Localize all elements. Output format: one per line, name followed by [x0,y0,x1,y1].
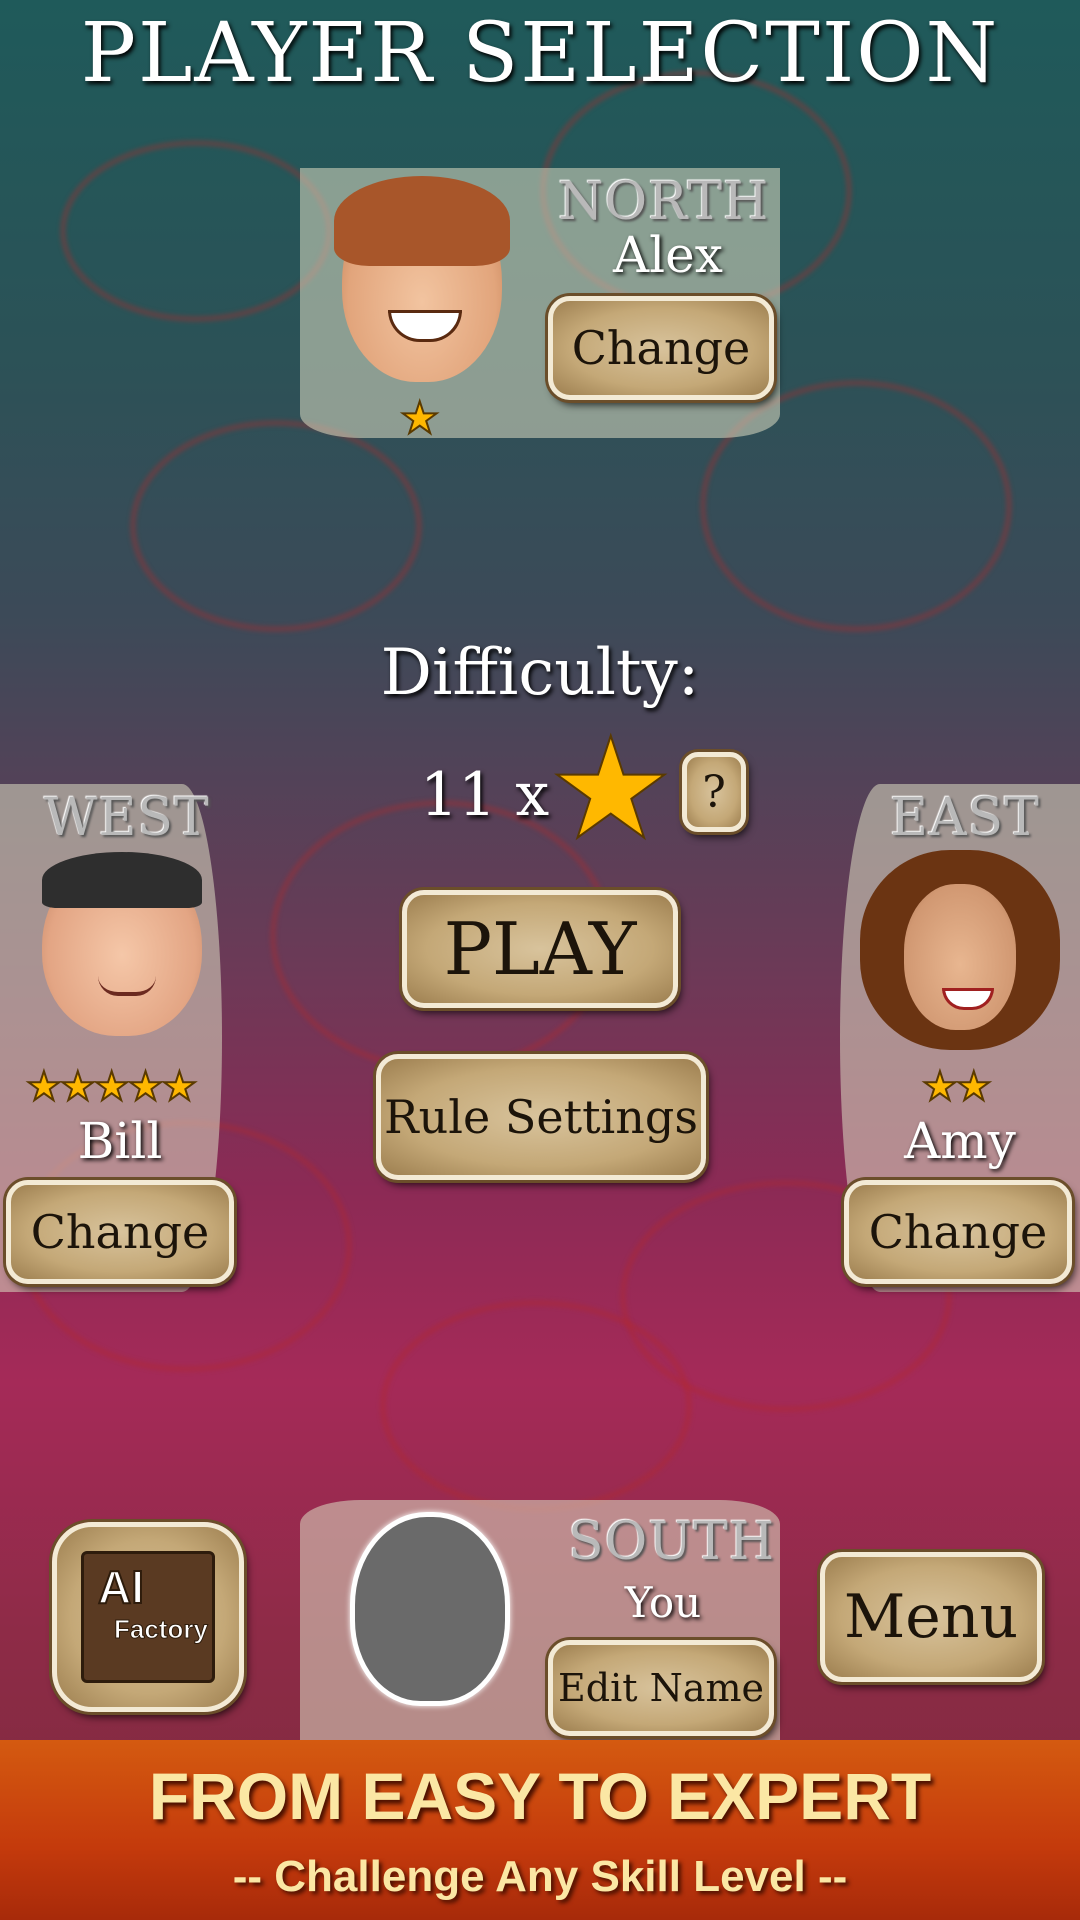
banner-subline: -- Challenge Any Skill Level -- [232,1852,848,1901]
play-label: PLAY [443,907,637,991]
north-label: NORTH [558,172,770,232]
north-change-label: Change [571,321,751,375]
rule-settings-label: Rule Settings [384,1090,698,1144]
difficulty-star-icon: ★ [547,708,675,871]
help-label: ? [702,766,726,818]
difficulty-count: 11 x [420,760,550,830]
edit-name-button[interactable]: Edit Name [548,1640,774,1736]
east-change-button[interactable]: Change [844,1180,1072,1284]
south-player-panel: SOUTH You Edit Name [300,1500,780,1740]
west-player-panel: WEST ★★★★★ Bill Change [0,784,234,1292]
play-button[interactable]: PLAY [402,890,678,1008]
promo-banner: FROM EASY TO EXPERT -- Challenge Any Ski… [0,1740,1080,1920]
hair [42,852,202,908]
east-label: EAST [890,788,1040,848]
banner-headline: FROM EASY TO EXPERT [148,1759,932,1833]
west-change-label: Change [30,1205,210,1259]
east-change-label: Change [868,1205,1048,1259]
difficulty-help-button[interactable]: ? [682,752,746,832]
amy-avatar[interactable] [860,850,1060,1050]
ai-factory-logo-button[interactable]: AI Factory [52,1522,244,1712]
logo-factory-text: Factory [114,1614,209,1645]
ai-factory-logo: AI Factory [81,1551,215,1683]
west-change-button[interactable]: Change [6,1180,234,1284]
east-stars: ★★ [921,1063,993,1111]
menu-label: Menu [843,1582,1019,1652]
star-icon: ★ [399,392,440,445]
page-title: PLAYER SELECTION [80,6,1000,101]
west-label: WEST [44,788,210,848]
west-player-name: Bill [77,1112,163,1170]
default-avatar[interactable] [340,1512,510,1724]
bill-avatar[interactable] [42,852,202,1036]
east-player-name: Amy [904,1112,1016,1170]
north-player-panel: ★ NORTH Alex Change [300,168,780,445]
south-label: SOUTH [568,1512,776,1572]
smile [388,310,462,342]
north-change-button[interactable]: Change [548,296,774,400]
difficulty-label: Difficulty: [380,636,700,710]
alex-avatar[interactable] [334,176,510,382]
edit-name-label: Edit Name [558,1666,764,1710]
west-stars: ★★★★★ [25,1063,198,1111]
north-player-name: Alex [613,226,723,284]
smile [98,976,156,996]
south-player-name: You [624,1578,702,1627]
east-player-panel: EAST ★★ Amy Change [840,784,1080,1292]
hair [334,176,510,266]
menu-button[interactable]: Menu [820,1552,1042,1682]
logo-ai-text: AI [97,1560,145,1614]
head-silhouette [350,1512,510,1706]
rule-settings-button[interactable]: Rule Settings [376,1054,706,1180]
